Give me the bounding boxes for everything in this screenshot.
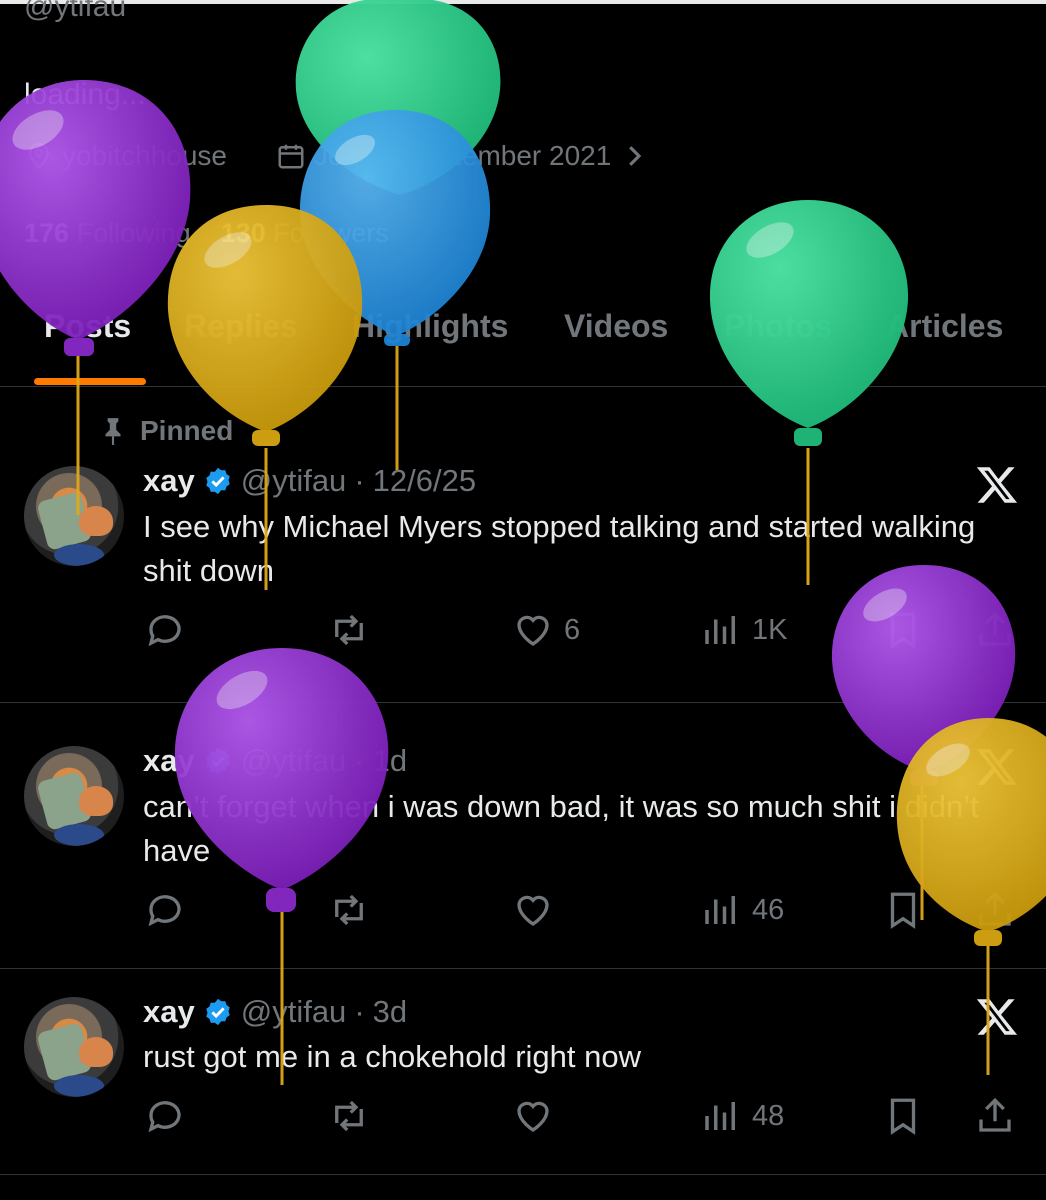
post-time[interactable]: 3d bbox=[373, 994, 407, 1030]
author-handle[interactable]: @ytifau bbox=[241, 463, 347, 499]
post-item[interactable]: Pinned xay @ytifau · 12/6/25 I see why M… bbox=[0, 387, 1046, 703]
verified-icon bbox=[205, 747, 230, 775]
profile-joined: Joined September 2021 bbox=[276, 140, 649, 172]
views-button[interactable]: 1K bbox=[700, 609, 787, 651]
x-logo-icon bbox=[976, 749, 1018, 785]
post-item[interactable]: xay @ytifau · 3d rust got me in a chokeh… bbox=[0, 969, 1046, 1175]
post-time[interactable]: 12/6/25 bbox=[373, 463, 476, 499]
view-count: 46 bbox=[752, 893, 785, 926]
profile-handle: @ytifau bbox=[24, 0, 127, 23]
views-icon bbox=[705, 896, 735, 924]
following-link[interactable]: 176 Following bbox=[24, 218, 191, 248]
post-time[interactable]: 1d bbox=[373, 743, 407, 779]
post-actions: 48 bbox=[0, 1095, 1046, 1145]
location-icon bbox=[28, 142, 50, 169]
profile-stats: 176 Following 130 Followers bbox=[24, 218, 389, 249]
views-button[interactable]: 48 bbox=[700, 1095, 784, 1137]
bookmark-icon bbox=[890, 1098, 916, 1135]
profile-location: yobitchhouse bbox=[24, 140, 227, 172]
bookmark-button[interactable] bbox=[882, 1095, 924, 1137]
like-button[interactable]: 6 bbox=[512, 609, 580, 651]
tab-replies[interactable]: Replies bbox=[184, 308, 298, 345]
chevron-right-icon[interactable] bbox=[619, 141, 649, 171]
location-text: yobitchhouse bbox=[62, 140, 228, 171]
share-icon bbox=[979, 891, 1011, 926]
share-icon bbox=[979, 1097, 1011, 1132]
like-button[interactable] bbox=[512, 889, 564, 931]
pinned-label: Pinned bbox=[100, 415, 233, 447]
view-count: 48 bbox=[752, 1099, 785, 1132]
joined-text: Joined September 2021 bbox=[314, 140, 612, 171]
tab-videos[interactable]: Videos bbox=[564, 308, 668, 345]
views-button[interactable]: 46 bbox=[700, 889, 784, 931]
share-icon bbox=[979, 611, 1011, 646]
tab-highlights[interactable]: Highlights bbox=[352, 308, 508, 345]
heart-icon bbox=[517, 1101, 549, 1132]
repost-icon bbox=[335, 614, 363, 646]
reply-icon bbox=[148, 615, 181, 647]
tab-articles[interactable]: Articles bbox=[886, 308, 1003, 345]
heart-icon bbox=[517, 895, 549, 926]
x-logo-icon bbox=[976, 999, 1018, 1035]
repost-button[interactable] bbox=[328, 1095, 370, 1137]
avatar[interactable] bbox=[24, 746, 124, 846]
profile-bio: loading... bbox=[24, 78, 146, 111]
post-text: can’t forget when i was down bad, it was… bbox=[143, 789, 979, 868]
x-logo-icon bbox=[976, 467, 1018, 503]
repost-icon bbox=[335, 1100, 363, 1132]
share-button[interactable] bbox=[974, 889, 1016, 931]
verified-icon bbox=[205, 467, 230, 495]
reply-icon bbox=[148, 895, 181, 927]
bookmark-icon bbox=[890, 612, 916, 649]
author-handle[interactable]: @ytifau bbox=[241, 994, 347, 1030]
bookmark-button[interactable] bbox=[882, 889, 924, 931]
author-name[interactable]: xay bbox=[143, 463, 195, 499]
active-tab-indicator bbox=[34, 378, 146, 385]
author-name[interactable]: xay bbox=[143, 994, 195, 1030]
tab-photos[interactable]: Photos bbox=[724, 308, 832, 345]
post-header: xay @ytifau · 1d bbox=[143, 743, 408, 779]
followers-link[interactable]: 130 Followers bbox=[221, 218, 389, 248]
author-name[interactable]: xay bbox=[143, 743, 195, 779]
post-text: rust got me in a chokehold right now bbox=[143, 1039, 641, 1074]
reply-button[interactable] bbox=[144, 1095, 186, 1137]
top-border bbox=[0, 0, 1046, 4]
avatar[interactable] bbox=[24, 997, 124, 1097]
views-icon bbox=[705, 1102, 735, 1130]
profile-tabs: Posts Replies Highlights Videos Photos A… bbox=[0, 300, 1046, 387]
repost-icon bbox=[335, 894, 363, 926]
share-button[interactable] bbox=[974, 1095, 1016, 1137]
reply-icon bbox=[148, 1101, 181, 1133]
post-text: I see why Michael Myers stopped talking … bbox=[143, 509, 976, 588]
tab-posts[interactable]: Posts bbox=[44, 308, 131, 345]
post-item[interactable]: xay @ytifau · 1d can’t forget when i was… bbox=[0, 703, 1046, 969]
pin-icon bbox=[105, 418, 121, 445]
bookmark-button[interactable] bbox=[882, 609, 924, 651]
post-actions: 6 1K bbox=[0, 609, 1046, 659]
reply-button[interactable] bbox=[144, 609, 186, 651]
post-header: xay @ytifau · 12/6/25 bbox=[143, 463, 477, 499]
like-button[interactable] bbox=[512, 1095, 564, 1137]
calendar-icon bbox=[278, 144, 304, 169]
view-count: 1K bbox=[752, 613, 788, 646]
repost-button[interactable] bbox=[328, 609, 370, 651]
share-button[interactable] bbox=[974, 609, 1016, 651]
bookmark-icon bbox=[890, 892, 916, 929]
author-handle[interactable]: @ytifau bbox=[241, 743, 347, 779]
avatar[interactable] bbox=[24, 466, 124, 566]
post-actions: 46 bbox=[0, 889, 1046, 939]
like-count: 6 bbox=[564, 613, 581, 646]
verified-icon bbox=[205, 998, 230, 1026]
repost-button[interactable] bbox=[328, 889, 370, 931]
heart-icon bbox=[517, 615, 549, 646]
post-header: xay @ytifau · 3d bbox=[143, 994, 408, 1030]
reply-button[interactable] bbox=[144, 889, 186, 931]
views-icon bbox=[705, 616, 735, 644]
